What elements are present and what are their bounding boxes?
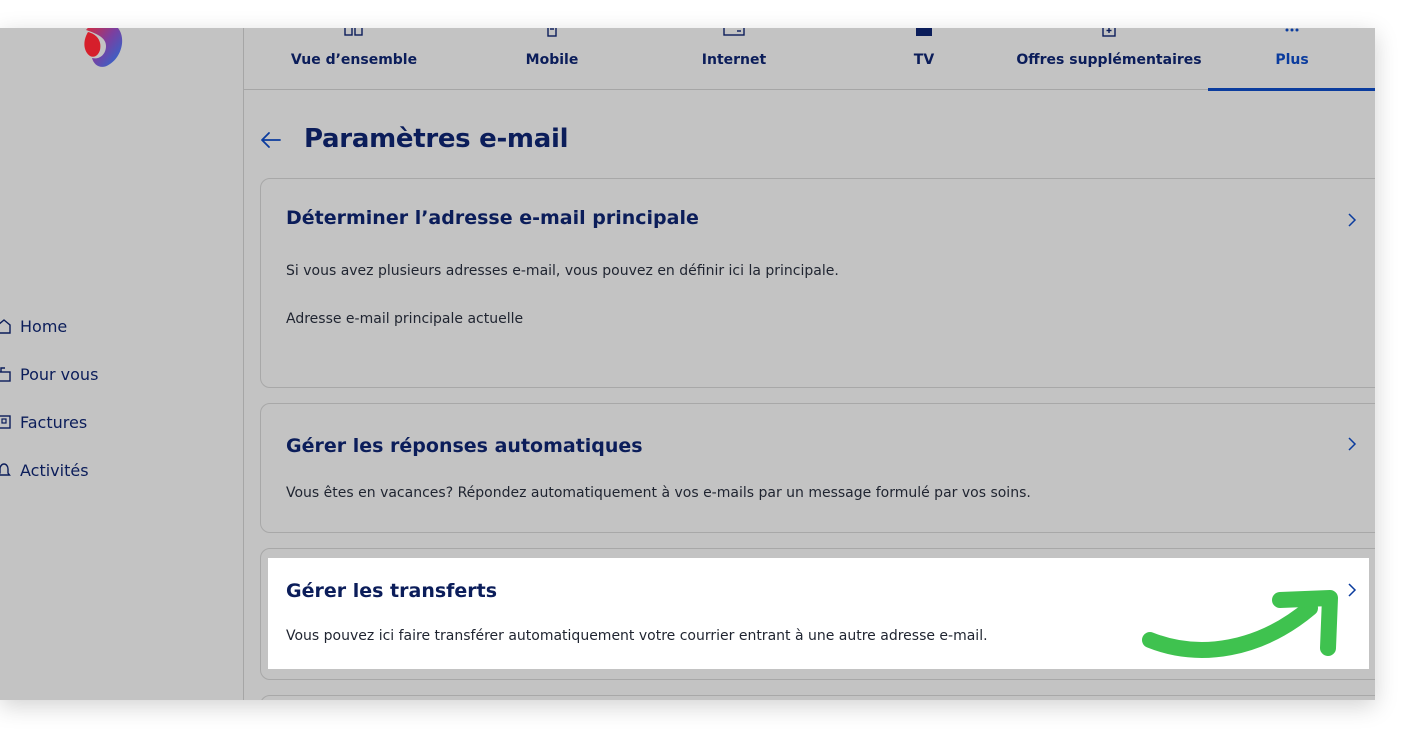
sidebar: Home Pour vous Factures Activités <box>0 28 244 700</box>
swisscom-logo <box>84 28 123 67</box>
sidebar-item-label: Activités <box>20 460 89 480</box>
tab-label: TV <box>913 52 935 68</box>
gift-icon <box>0 367 11 382</box>
card-title: Gérer les transferts <box>286 580 498 602</box>
more-icon <box>1285 28 1299 32</box>
sidebar-item-factures[interactable]: Factures <box>0 398 98 446</box>
mobile-icon <box>547 28 557 37</box>
chevron-right-icon <box>1348 583 1357 597</box>
card-next-partial <box>260 695 1375 700</box>
bell-icon <box>0 463 11 476</box>
annotation-arrow-icon <box>1142 590 1338 658</box>
tab-label: Vue d’ensemble <box>290 52 418 68</box>
sidebar-item-label: Pour vous <box>20 364 99 384</box>
card-description: Vous êtes en vacances? Répondez automati… <box>286 485 1031 501</box>
tab-label: Offres supplémentaires <box>1016 52 1202 68</box>
sidebar-item-pour-vous[interactable]: Pour vous <box>0 350 98 398</box>
top-tab-bar: Vue d’ensemble Mobile Internet TV Offres… <box>244 28 1375 91</box>
tab-tv[interactable]: TV <box>884 28 964 89</box>
sidebar-nav: Home Pour vous Factures Activités <box>0 302 98 494</box>
active-tab-indicator <box>1208 88 1375 91</box>
back-arrow-icon[interactable] <box>260 129 282 151</box>
card-auto-replies[interactable]: Gérer les réponses automatiques Vous ête… <box>260 403 1375 533</box>
sidebar-item-activites[interactable]: Activités <box>0 446 98 494</box>
plus-box-icon <box>1102 28 1116 37</box>
card-description: Si vous avez plusieurs adresses e-mail, … <box>286 263 839 279</box>
sidebar-item-label: Home <box>20 316 68 336</box>
tab-label: Plus <box>1275 52 1309 68</box>
tab-mobile[interactable]: Mobile <box>502 28 602 89</box>
card-subtext: Adresse e-mail principale actuelle <box>286 311 524 327</box>
home-icon <box>0 319 11 334</box>
tab-offres-supplementaires[interactable]: Offres supplémentaires <box>1014 28 1204 89</box>
tab-internet[interactable]: Internet <box>684 28 784 89</box>
page-title: Paramètres e-mail <box>304 124 569 154</box>
card-title: Déterminer l’adresse e-mail principale <box>286 207 699 229</box>
chevron-right-icon <box>1348 213 1357 227</box>
card-description: Vous pouvez ici faire transférer automat… <box>286 628 988 644</box>
tab-label: Internet <box>701 52 767 68</box>
overview-icon <box>344 28 363 36</box>
card-title: Gérer les réponses automatiques <box>286 435 643 457</box>
tv-icon <box>916 28 932 36</box>
tab-vue-ensemble[interactable]: Vue d’ensemble <box>290 28 418 89</box>
invoice-icon <box>0 415 11 429</box>
chevron-right-icon <box>1348 437 1357 451</box>
card-primary-email[interactable]: Déterminer l’adresse e-mail principale S… <box>260 178 1375 388</box>
router-icon <box>723 28 745 36</box>
tab-plus[interactable]: Plus <box>1208 28 1375 91</box>
tab-label: Mobile <box>525 52 579 68</box>
sidebar-item-label: Factures <box>20 412 88 432</box>
sidebar-item-home[interactable]: Home <box>0 302 98 350</box>
